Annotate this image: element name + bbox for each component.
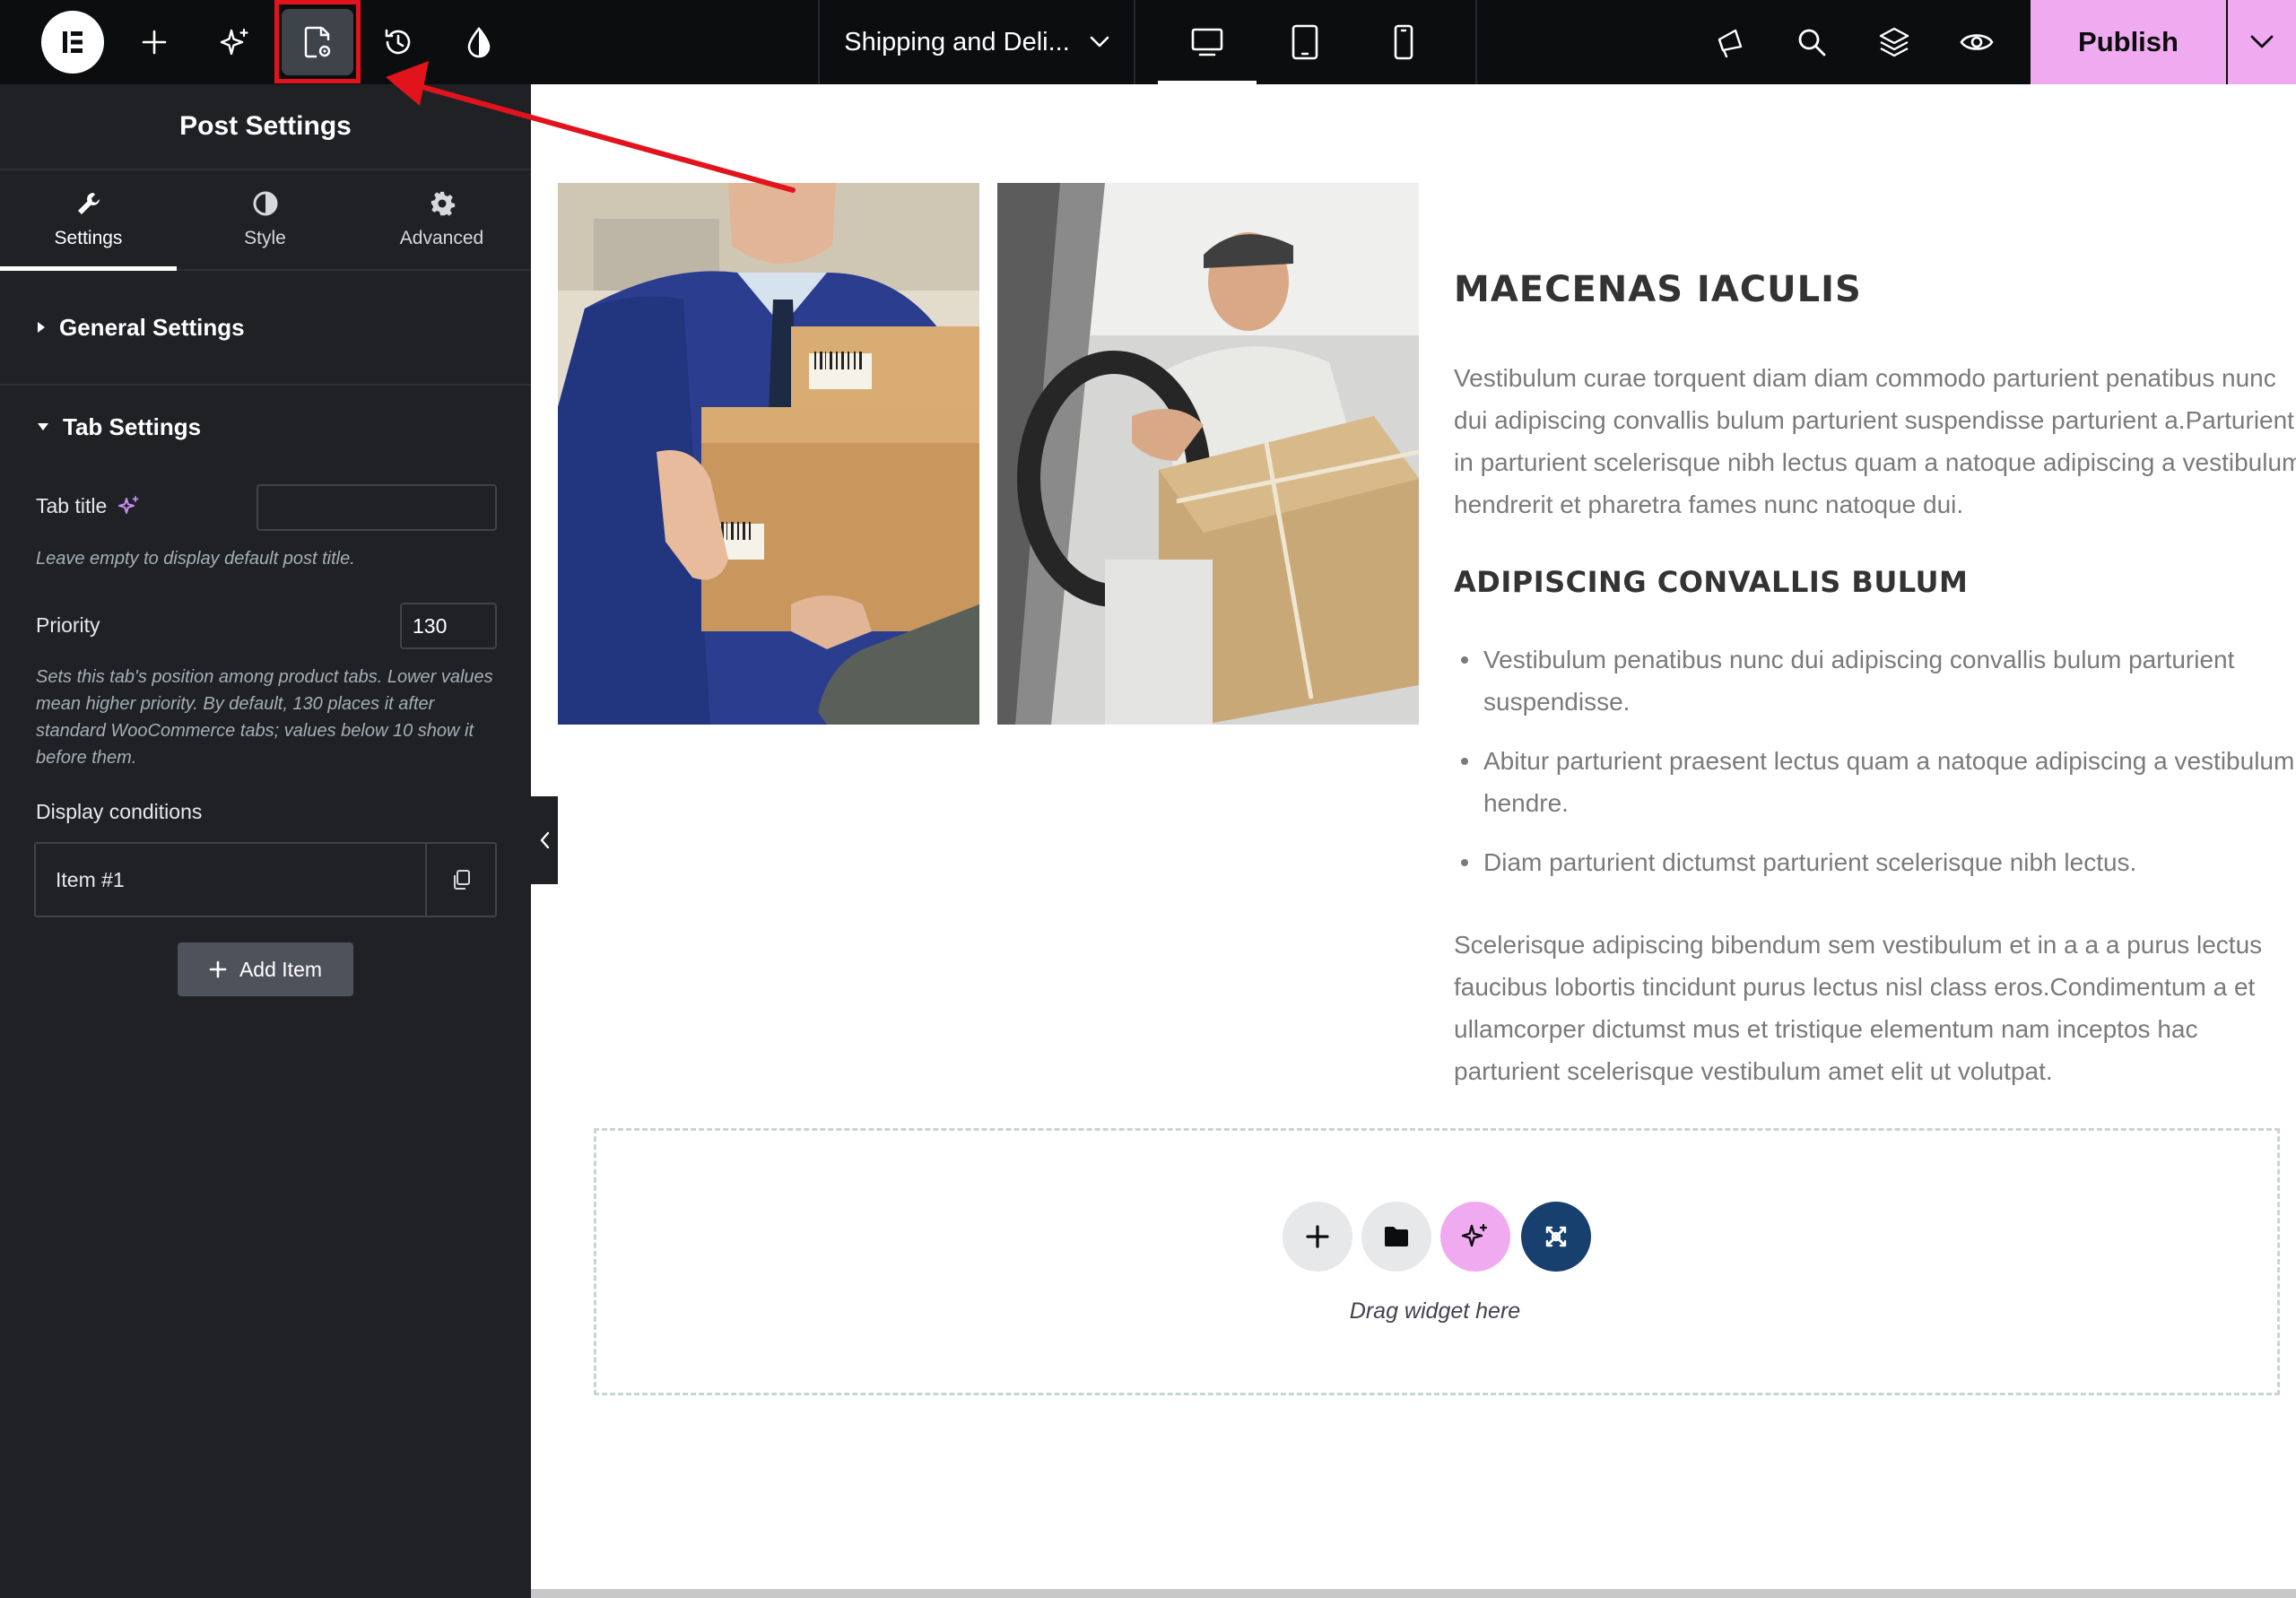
priority-help: Sets this tab's position among product t…: [36, 667, 493, 768]
tab-style[interactable]: Style: [177, 170, 353, 269]
layers-icon: [1879, 27, 1909, 57]
desktop-icon: [1191, 28, 1223, 56]
chevron-down-icon: [1090, 36, 1109, 48]
wrench-icon: [77, 193, 100, 214]
list-item: Vestibulum penatibus nunc dui adipiscing…: [1454, 638, 2296, 723]
mobile-icon: [1394, 24, 1413, 60]
tab-title-label-text: Tab title: [36, 494, 108, 517]
editor-top-bar: Shipping and Deli... Publish: [0, 0, 2296, 84]
kit-icon: [1545, 1226, 1567, 1247]
add-item-button[interactable]: Add Item: [178, 942, 353, 996]
sparkle-icon: [220, 28, 248, 56]
tablet-view-button[interactable]: [1256, 0, 1354, 84]
tab-title-input[interactable]: [257, 484, 497, 531]
annotation-highlight-box: [274, 0, 361, 83]
search-icon: [1798, 29, 1826, 56]
folder-icon: [1385, 1227, 1408, 1246]
elementor-logo-icon[interactable]: [41, 11, 104, 74]
tab-advanced-label: Advanced: [399, 228, 484, 248]
caret-right-icon: [38, 322, 45, 333]
priority-input[interactable]: 130: [400, 603, 497, 649]
drag-widget-hint: Drag widget here: [1349, 1298, 1521, 1324]
paragraph-outro[interactable]: Scelerisque adipiscing bibendum sem vest…: [1454, 924, 2296, 1092]
annotation-arrow: [386, 61, 796, 193]
ai-button[interactable]: [199, 0, 271, 84]
add-element-button[interactable]: [118, 0, 190, 84]
divider: [1475, 0, 1477, 84]
chevron-left-icon: [540, 831, 550, 849]
megaphone-icon: [1718, 29, 1743, 58]
repeater-item[interactable]: Item #1: [36, 844, 425, 916]
tab-settings-label: Settings: [54, 228, 123, 248]
document-title-dropdown[interactable]: Shipping and Deli...: [820, 0, 1134, 84]
post-settings-panel: Post Settings Settings Style Advanced Ge…: [0, 84, 531, 1598]
display-conditions-label: Display conditions: [36, 800, 203, 823]
heading-adipiscing[interactable]: ADIPISCING CONVALLIS BULUM: [1454, 565, 2296, 599]
tab-style-label: Style: [244, 228, 286, 248]
plus-icon: [1306, 1225, 1329, 1248]
driver-in-van-photo[interactable]: [997, 183, 1419, 725]
widget-drop-zone[interactable]: [594, 1128, 2280, 1395]
tab-settings[interactable]: Settings: [0, 170, 177, 271]
general-settings-label: General Settings: [59, 313, 245, 341]
search-button[interactable]: [1776, 0, 1848, 84]
desktop-view-button[interactable]: [1158, 0, 1257, 84]
publish-options-button[interactable]: [2228, 0, 2296, 84]
preview-button[interactable]: [1941, 0, 2013, 84]
add-template-button[interactable]: [1361, 1202, 1431, 1272]
list-item: Abitur parturient praesent lectus quam a…: [1454, 740, 2296, 824]
duplicate-item-button[interactable]: [425, 844, 495, 916]
add-item-label: Add Item: [239, 957, 323, 981]
collapse-panel-button[interactable]: [531, 796, 558, 884]
ai-sparkle-icon: [1461, 1223, 1488, 1247]
tab-settings-section[interactable]: Tab Settings: [0, 386, 531, 468]
general-settings-section[interactable]: General Settings: [0, 271, 531, 386]
tab-title-help: Leave empty to display default post titl…: [36, 549, 355, 569]
ai-generate-button[interactable]: [1440, 1202, 1510, 1272]
tablet-icon: [1292, 24, 1318, 60]
divider: [1134, 0, 1135, 84]
publish-button[interactable]: Publish: [2031, 0, 2226, 84]
mobile-view-button[interactable]: [1354, 0, 1453, 84]
copy-icon: [454, 870, 470, 890]
display-conditions-repeater: Item #1: [34, 842, 497, 917]
tab-settings-label: Tab Settings: [63, 413, 202, 440]
heading-maecenas[interactable]: MAECENAS IACULIS: [1454, 269, 2296, 310]
list-item: Diam parturient dictumst parturient scel…: [1454, 841, 2296, 883]
add-section-button[interactable]: [1283, 1202, 1352, 1272]
bullet-list[interactable]: Vestibulum penatibus nunc dui adipiscing…: [1454, 638, 2296, 900]
website-kit-button[interactable]: [1521, 1202, 1591, 1272]
plus-icon: [142, 30, 167, 55]
structure-button[interactable]: [1858, 0, 1930, 84]
notifications-button[interactable]: [1693, 0, 1765, 84]
plus-icon: [209, 960, 227, 978]
document-title: Shipping and Deli...: [844, 27, 1070, 56]
paragraph-intro[interactable]: Vestibulum curae torquent diam diam comm…: [1454, 357, 2296, 525]
caret-down-icon: [38, 423, 48, 430]
ai-sparkle-icon[interactable]: [117, 495, 140, 517]
tab-title-label: Tab title: [36, 494, 140, 518]
eye-icon: [1960, 34, 1994, 50]
chevron-down-icon: [2250, 35, 2274, 48]
priority-label: Priority: [36, 613, 100, 637]
half-circle-icon: [253, 191, 277, 216]
horizontal-scrollbar[interactable]: [531, 1589, 2296, 1598]
courier-handing-box-photo[interactable]: [558, 183, 979, 725]
